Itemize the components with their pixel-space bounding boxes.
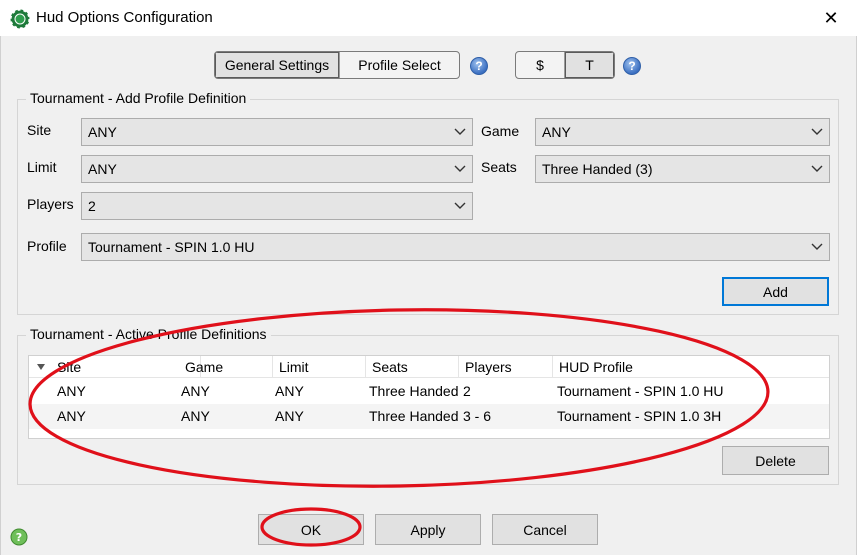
currency-tab-group: $ T xyxy=(515,51,615,79)
cell-game: ANY xyxy=(181,408,210,424)
game-value: ANY xyxy=(542,124,571,140)
seats-select[interactable]: Three Handed (3) xyxy=(535,155,830,183)
tab-cash[interactable]: $ xyxy=(516,52,564,78)
cell-players: 2 xyxy=(463,383,471,399)
add-profile-group-title: Tournament - Add Profile Definition xyxy=(26,90,251,106)
chevron-down-icon xyxy=(811,165,823,172)
title-bar: Hud Options Configuration ✕ xyxy=(0,0,857,36)
profile-value: Tournament - SPIN 1.0 HU xyxy=(88,239,255,255)
close-icon: ✕ xyxy=(823,7,839,28)
cell-seats: Three Handed xyxy=(369,408,459,424)
players-select[interactable]: 2 xyxy=(81,192,473,220)
column-header-game[interactable]: Game xyxy=(179,356,273,378)
cell-hud-profile: Tournament - SPIN 1.0 3H xyxy=(557,408,722,424)
table-row[interactable]: ANY ANY ANY Three Handed 2 Tournament - … xyxy=(29,379,829,404)
table-row[interactable]: ANY ANY ANY Three Handed 3 - 6 Tournamen… xyxy=(29,404,829,429)
chevron-down-icon xyxy=(454,202,466,209)
column-header-limit[interactable]: Limit xyxy=(273,356,366,378)
limit-value: ANY xyxy=(88,161,117,177)
help-icon[interactable]: ? xyxy=(623,57,641,75)
chevron-down-icon xyxy=(811,243,823,250)
tab-tournament[interactable]: T xyxy=(564,52,614,78)
close-button[interactable]: ✕ xyxy=(811,4,851,32)
tab-profile-select[interactable]: Profile Select xyxy=(339,52,459,78)
players-label: Players xyxy=(27,196,74,212)
profile-select[interactable]: Tournament - SPIN 1.0 HU xyxy=(81,233,830,261)
game-label: Game xyxy=(481,123,520,139)
cell-game: ANY xyxy=(181,383,210,399)
column-header-players[interactable]: Players xyxy=(459,356,553,378)
cancel-button[interactable]: Cancel xyxy=(492,514,598,545)
add-button[interactable]: Add xyxy=(722,277,829,306)
delete-button[interactable]: Delete xyxy=(722,446,829,475)
svg-text:?: ? xyxy=(16,531,22,544)
limit-label: Limit xyxy=(27,159,57,175)
help-icon[interactable]: ? xyxy=(470,57,488,75)
status-help-icon[interactable]: ? xyxy=(10,528,28,546)
site-value: ANY xyxy=(88,124,117,140)
sort-descending-icon[interactable] xyxy=(37,364,45,370)
mode-tab-group: General Settings Profile Select xyxy=(214,51,460,79)
chevron-down-icon xyxy=(454,165,466,172)
column-header-seats[interactable]: Seats xyxy=(366,356,459,378)
chevron-down-icon xyxy=(811,128,823,135)
window-title: Hud Options Configuration xyxy=(36,9,213,26)
site-label: Site xyxy=(27,122,52,138)
seats-label: Seats xyxy=(481,159,517,175)
players-value: 2 xyxy=(88,198,96,214)
seats-value: Three Handed (3) xyxy=(542,161,653,177)
game-select[interactable]: ANY xyxy=(535,118,830,146)
poker-chip-icon xyxy=(10,9,30,29)
chevron-down-icon xyxy=(454,128,466,135)
active-profile-group-title: Tournament - Active Profile Definitions xyxy=(26,326,271,342)
column-header-hud-profile[interactable]: HUD Profile xyxy=(553,356,829,378)
cell-limit: ANY xyxy=(275,408,304,424)
apply-button[interactable]: Apply xyxy=(375,514,481,545)
cell-limit: ANY xyxy=(275,383,304,399)
cell-site: ANY xyxy=(57,383,86,399)
ok-button[interactable]: OK xyxy=(258,514,364,545)
profile-label: Profile xyxy=(27,238,67,254)
cell-hud-profile: Tournament - SPIN 1.0 HU xyxy=(557,383,724,399)
cell-site: ANY xyxy=(57,408,86,424)
cell-seats: Three Handed xyxy=(369,383,459,399)
limit-select[interactable]: ANY xyxy=(81,155,473,183)
cell-players: 3 - 6 xyxy=(463,408,492,424)
active-profile-table: Site Game Limit Seats Players HUD Profil… xyxy=(28,355,830,439)
tab-general-settings[interactable]: General Settings xyxy=(215,52,339,78)
table-header: Site Game Limit Seats Players HUD Profil… xyxy=(29,356,829,378)
site-select[interactable]: ANY xyxy=(81,118,473,146)
